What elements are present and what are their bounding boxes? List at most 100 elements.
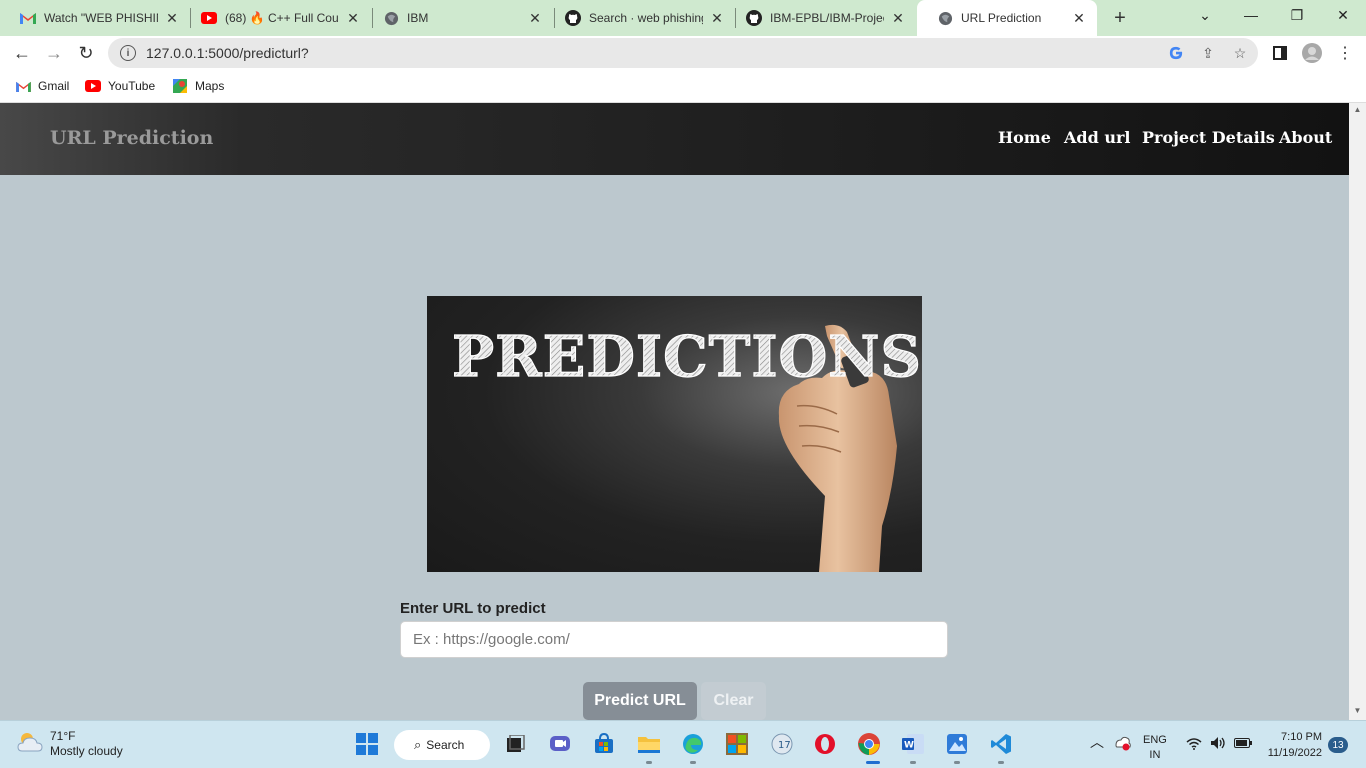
profile-avatar[interactable] xyxy=(1302,43,1322,63)
tab-strip: Watch "WEB PHISHING ✕ (68) 🔥 C++ Full Co… xyxy=(0,0,1366,36)
gmail-icon xyxy=(15,79,31,93)
bookmarks-bar: Gmail YouTube Maps xyxy=(0,70,1366,103)
close-icon[interactable]: ✕ xyxy=(890,10,906,26)
close-icon[interactable]: ✕ xyxy=(709,10,725,26)
github-icon xyxy=(565,10,581,26)
opera-icon[interactable] xyxy=(812,731,838,757)
nav-home[interactable]: Home xyxy=(998,128,1051,147)
nav-project-details[interactable]: Project Details xyxy=(1142,128,1275,147)
page-content: URL Prediction Home Add url Project Deta… xyxy=(0,103,1349,720)
tab-search-icon[interactable]: ⌄ xyxy=(1182,0,1228,30)
tab-title: (68) 🔥 C++ Full Course xyxy=(225,11,339,25)
scroll-down-arrow[interactable]: ▼ xyxy=(1353,706,1362,715)
tab-title: IBM xyxy=(407,11,429,25)
tab-github-search[interactable]: Search · web phishing ✕ xyxy=(545,0,735,36)
maps-icon xyxy=(172,79,188,93)
volume-icon[interactable] xyxy=(1210,736,1228,755)
minimize-button[interactable]: — xyxy=(1228,0,1274,30)
gmail-icon xyxy=(20,10,36,26)
banner-text: PREDICTIONS xyxy=(452,324,922,390)
site-navbar: URL Prediction Home Add url Project Deta… xyxy=(0,103,1349,175)
back-button[interactable]: ← xyxy=(9,40,35,66)
ms-store-icon[interactable] xyxy=(591,731,617,757)
address-url[interactable]: 127.0.0.1:5000/predicturl? xyxy=(146,45,309,61)
site-info-icon[interactable]: i xyxy=(120,45,136,61)
globe-icon xyxy=(383,10,399,26)
new-tab-button[interactable]: + xyxy=(1108,6,1132,30)
file-explorer-icon[interactable] xyxy=(636,731,662,757)
tab-youtube[interactable]: (68) 🔥 C++ Full Course ✕ xyxy=(181,0,371,36)
clear-button[interactable]: Clear xyxy=(701,682,766,720)
tab-title: Watch "WEB PHISHING xyxy=(44,11,158,25)
active-indicator xyxy=(866,761,880,764)
site-brand[interactable]: URL Prediction xyxy=(50,127,213,149)
bookmark-youtube[interactable]: YouTube xyxy=(85,76,155,96)
battery-icon[interactable] xyxy=(1234,738,1252,753)
cloud-icon xyxy=(16,731,44,758)
weather-widget[interactable]: 71°F Mostly cloudy xyxy=(16,729,123,759)
side-panel-icon[interactable] xyxy=(1270,43,1290,63)
nav-about[interactable]: About xyxy=(1279,128,1332,147)
tab-github-project[interactable]: IBM-EPBL/IBM-Project ✕ xyxy=(726,0,916,36)
close-icon[interactable]: ✕ xyxy=(527,10,543,26)
taskbar-search-label: Search xyxy=(426,738,465,752)
windows-start-icon[interactable] xyxy=(354,731,380,757)
task-view-icon[interactable] xyxy=(502,731,528,757)
running-indicator xyxy=(998,761,1004,764)
running-indicator xyxy=(690,761,696,764)
restore-button[interactable]: ❐ xyxy=(1274,0,1320,30)
weather-temp: 71°F xyxy=(50,729,76,743)
tray-overflow-icon[interactable]: ︿ xyxy=(1090,735,1104,750)
forward-button[interactable]: → xyxy=(41,40,67,66)
teams-chat-icon[interactable] xyxy=(547,731,573,757)
taskbar-search[interactable]: ⌕ Search xyxy=(394,730,490,760)
language-indicator[interactable]: ENG IN xyxy=(1143,733,1167,763)
wifi-icon[interactable] xyxy=(1186,737,1202,755)
weather-condition: Mostly cloudy xyxy=(50,744,123,758)
bookmark-label: YouTube xyxy=(108,79,156,93)
tab-title: URL Prediction xyxy=(961,11,1042,25)
bookmark-label: Maps xyxy=(195,79,225,93)
reload-button[interactable]: ↻ xyxy=(73,40,99,66)
clock-date: 11/19/2022 xyxy=(1267,747,1322,759)
tab-ibm[interactable]: IBM ✕ xyxy=(363,0,553,36)
close-icon[interactable]: ✕ xyxy=(164,10,180,26)
bookmark-label: Gmail xyxy=(38,79,70,93)
search-icon: ⌕ xyxy=(414,737,422,752)
menu-icon[interactable]: ⋮ xyxy=(1335,43,1355,63)
edge-icon[interactable] xyxy=(680,731,706,757)
bookmark-gmail[interactable]: Gmail xyxy=(15,76,69,96)
running-indicator xyxy=(954,761,960,764)
share-icon[interactable]: ⇪ xyxy=(1199,44,1217,62)
predictions-banner-image: PREDICTIONS xyxy=(427,296,922,572)
taskbar-clock[interactable]: 7:10 PM 11/19/2022 xyxy=(1262,729,1322,761)
close-icon[interactable]: ✕ xyxy=(345,10,361,26)
nav-add-url[interactable]: Add url xyxy=(1064,128,1131,147)
bookmark-maps[interactable]: Maps xyxy=(172,76,224,96)
notification-badge[interactable]: 13 xyxy=(1328,737,1348,753)
url-input-label: Enter URL to predict xyxy=(400,600,546,617)
scroll-up-arrow[interactable]: ▲ xyxy=(1353,105,1362,114)
close-icon[interactable]: ✕ xyxy=(1071,10,1087,26)
youtube-icon xyxy=(201,10,217,26)
address-bar[interactable]: i 127.0.0.1:5000/predicturl? xyxy=(108,38,1258,68)
page-scrollbar[interactable]: ▲ ▼ xyxy=(1349,103,1366,720)
tab-title: Search · web phishing xyxy=(589,11,703,25)
tab-gmail[interactable]: Watch "WEB PHISHING ✕ xyxy=(0,0,190,36)
tray-app-icon[interactable] xyxy=(1114,735,1132,756)
chrome-icon[interactable] xyxy=(856,731,882,757)
browser-toolbar: ← → ↻ i 127.0.0.1:5000/predicturl? ⇪ ☆ ⋮ xyxy=(0,36,1366,70)
app-grid-icon[interactable] xyxy=(724,731,750,757)
lang-line1: ENG xyxy=(1143,734,1167,746)
vscode-icon[interactable] xyxy=(988,731,1014,757)
bookmark-star-icon[interactable]: ☆ xyxy=(1231,44,1249,62)
google-icon[interactable] xyxy=(1167,44,1185,62)
word-icon[interactable]: W xyxy=(900,731,926,757)
calendar-app-icon[interactable]: 17 xyxy=(769,731,795,757)
close-window-button[interactable]: ✕ xyxy=(1320,0,1366,30)
predict-url-button[interactable]: Predict URL xyxy=(583,682,697,720)
url-input[interactable] xyxy=(400,621,948,658)
photos-icon[interactable] xyxy=(944,731,970,757)
tab-url-prediction[interactable]: URL Prediction ✕ xyxy=(917,0,1097,36)
running-indicator xyxy=(646,761,652,764)
